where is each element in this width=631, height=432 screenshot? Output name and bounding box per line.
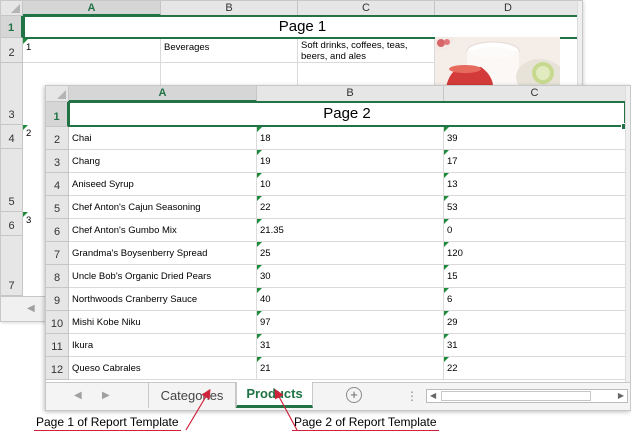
callout-arrows — [185, 388, 298, 431]
callout-page2-label: Page 2 of Report Template — [292, 415, 439, 431]
callout-page1-label: Page 1 of Report Template — [34, 415, 181, 431]
callout-arrow-page1 — [185, 388, 211, 431]
